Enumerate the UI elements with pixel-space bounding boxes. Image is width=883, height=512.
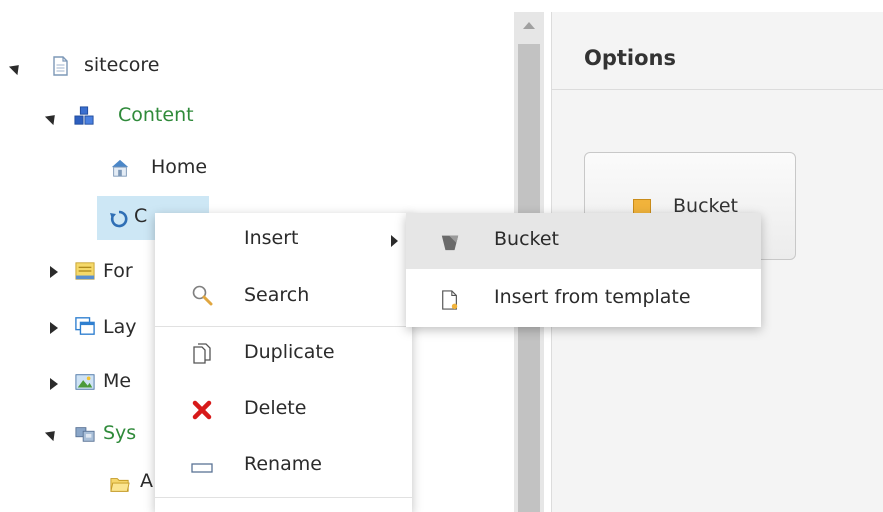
insert-submenu: Bucket Insert from template [406, 213, 761, 327]
tree-node-media[interactable]: Me [103, 370, 131, 392]
expand-arrow-media[interactable] [50, 378, 58, 390]
options-title: Options [584, 46, 676, 70]
scroll-up-arrow-icon[interactable] [523, 22, 535, 29]
options-header: Options [552, 12, 883, 90]
expand-arrow-content[interactable] [44, 110, 60, 126]
submenu-arrow-icon [391, 235, 398, 247]
media-icon [75, 374, 95, 390]
menu-item-duplicate[interactable]: Duplicate [155, 327, 412, 381]
tree-node-sitecore[interactable]: sitecore [84, 54, 159, 76]
menu-item-insert[interactable]: Insert [155, 213, 412, 267]
submenu-item-insert-from-template[interactable]: Insert from template [406, 271, 761, 327]
bucket-icon [441, 235, 459, 251]
menu-separator [155, 497, 412, 498]
menu-item-search[interactable]: Search [155, 270, 412, 324]
refresh-icon [110, 210, 128, 228]
duplicate-icon [193, 343, 211, 364]
page-icon [53, 56, 68, 76]
menu-item-label: Rename [244, 453, 322, 475]
content-cubes-icon [74, 106, 94, 125]
menu-item-label: Insert [244, 227, 299, 249]
folder-icon [110, 478, 130, 492]
tree-node-content[interactable]: Content [118, 104, 194, 126]
tree-node-system[interactable]: Sys [103, 422, 136, 444]
forms-icon [75, 262, 95, 280]
home-icon [111, 159, 129, 177]
menu-item-label: Delete [244, 397, 307, 419]
submenu-item-label: Insert from template [494, 286, 691, 308]
menu-item-label: Duplicate [244, 341, 335, 363]
menu-item-label: Search [244, 284, 310, 306]
menu-item-rename[interactable]: Rename [155, 441, 412, 495]
tree-node-forms[interactable]: For [103, 260, 133, 282]
system-icon [75, 427, 95, 442]
context-menu: Insert Search Duplicate Delete Rename [155, 213, 412, 512]
tree-node-layout[interactable]: Lay [103, 316, 136, 338]
tree-node-home[interactable]: Home [151, 156, 207, 178]
layout-icon [75, 317, 95, 335]
expand-arrow-sitecore[interactable] [8, 60, 24, 76]
template-icon [442, 290, 458, 310]
menu-item-delete[interactable]: Delete [155, 384, 412, 438]
expand-arrow-system[interactable] [44, 426, 60, 442]
rename-icon [191, 463, 213, 473]
expand-arrow-forms[interactable] [50, 266, 58, 278]
tree-node-cms[interactable]: C [134, 205, 147, 227]
magnifier-icon [192, 285, 213, 306]
expand-arrow-layout[interactable] [50, 322, 58, 334]
tree-node-system-child[interactable]: A [140, 470, 153, 492]
delete-x-icon [192, 400, 212, 420]
submenu-item-label: Bucket [494, 228, 559, 250]
submenu-item-bucket[interactable]: Bucket [406, 213, 761, 269]
